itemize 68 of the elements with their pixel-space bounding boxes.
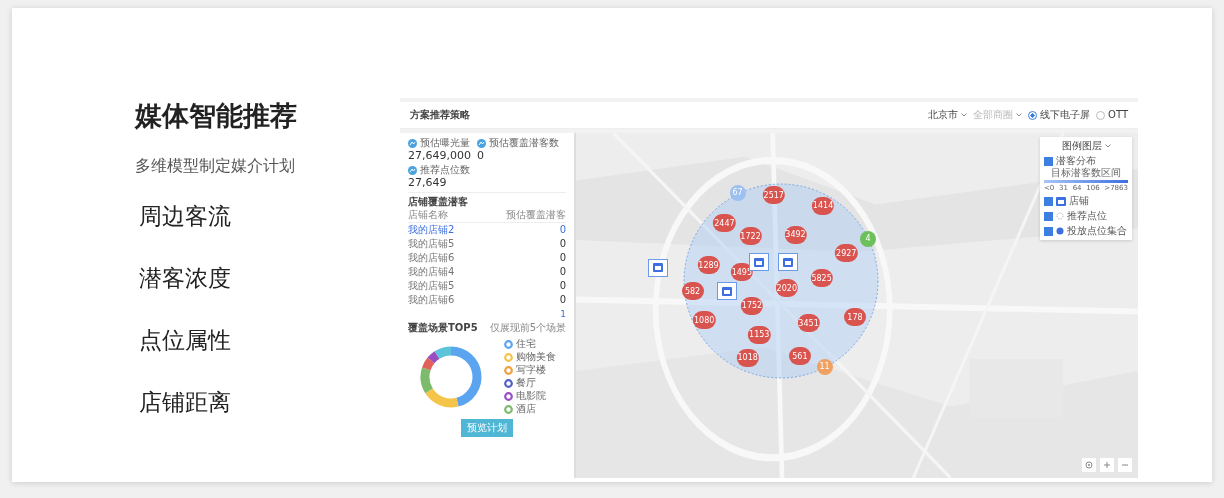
intro-title: 媒体智能推荐	[135, 99, 298, 133]
section-title: 店铺覆盖潜客	[408, 196, 469, 209]
checkbox[interactable]	[1044, 156, 1053, 166]
store-row[interactable]: 我的店铺6 0	[408, 293, 566, 308]
point-icon	[1056, 212, 1064, 221]
store-marker[interactable]	[778, 253, 799, 272]
radio-label: OTT	[1108, 109, 1128, 121]
feature-label: 店铺距离	[139, 388, 232, 417]
page-number[interactable]: 1	[560, 308, 566, 320]
radio-label: 线下电子屏	[1040, 109, 1091, 121]
legend-label: 住宅	[515, 338, 536, 351]
app-title: 方案推荐策略	[410, 109, 470, 121]
stat-value: 27,649,000	[408, 149, 471, 163]
checkbox[interactable]	[1044, 196, 1053, 206]
legend-label: 电影院	[515, 390, 546, 403]
stat-value: 27,649	[408, 176, 448, 190]
store-row[interactable]: 我的店铺5 0	[408, 279, 566, 294]
store-row[interactable]: 我的店铺5 0	[408, 237, 566, 252]
store-row[interactable]: 我的店铺4 0	[408, 265, 566, 280]
plus-icon	[1103, 461, 1111, 469]
legend-label: 购物美食	[515, 351, 556, 364]
scene-note: 仅展现前5个场景	[489, 322, 566, 335]
preview-button[interactable]: 预览计划	[461, 419, 513, 438]
dot-icon	[1056, 227, 1064, 236]
checkbox[interactable]	[1044, 211, 1053, 221]
feature-label: 潜客浓度	[139, 264, 232, 293]
stat-label: 推荐点位数	[420, 164, 470, 177]
checkbox[interactable]	[1044, 226, 1053, 236]
intro-subtitle: 多维模型制定媒介计划	[135, 156, 296, 177]
minus-icon	[1121, 461, 1129, 469]
legend-item-label: 投放点位集合	[1067, 225, 1127, 238]
radio-button[interactable]	[1028, 110, 1038, 120]
shop-icon	[783, 257, 794, 267]
legend-title[interactable]: 图例图层	[1061, 140, 1102, 152]
feature-label: 点位属性	[139, 326, 232, 355]
column-header: 店铺名称	[408, 209, 448, 222]
locate-button[interactable]	[1082, 458, 1096, 472]
column-header: 预估覆盖潜客	[506, 209, 566, 222]
caret-icon	[961, 113, 968, 117]
stat-icon	[408, 165, 417, 175]
store-row[interactable]: 我的店铺2 0	[408, 223, 566, 238]
legend-label: 写字楼	[515, 364, 546, 377]
shop-icon	[754, 257, 765, 267]
shop-icon	[652, 263, 663, 273]
donut-drawing	[418, 344, 483, 409]
legend-item-label: 推荐点位	[1067, 210, 1107, 223]
legend-item-label: 店铺	[1069, 195, 1089, 208]
district-select[interactable]: 全部商圈	[973, 109, 1014, 121]
city-select[interactable]: 北京市	[928, 109, 959, 121]
caret-icon	[1016, 113, 1023, 117]
stat-label: 预估覆盖潜客数	[489, 137, 559, 149]
store-marker[interactable]	[717, 282, 738, 301]
feature-label: 周边客流	[139, 202, 232, 231]
stat-value: 0	[477, 149, 485, 163]
stat-label: 预估曝光量	[420, 137, 470, 149]
legend-label: 餐厅	[515, 377, 536, 390]
target-icon	[1085, 461, 1093, 469]
legend-label: 酒店	[515, 403, 536, 416]
stat-icon	[408, 138, 417, 148]
store-row[interactable]: 我的店铺6 0	[408, 251, 566, 266]
radio-button[interactable]	[1096, 110, 1106, 120]
caret-icon	[1104, 144, 1111, 148]
legend-item-label: 潜客分布	[1056, 155, 1096, 167]
stat-icon	[477, 138, 486, 148]
section-title: 覆盖场景TOP5	[408, 322, 478, 335]
shop-icon	[1056, 196, 1066, 206]
scale-title: 目标潜客数区间	[1051, 167, 1121, 179]
shop-icon	[722, 286, 733, 296]
